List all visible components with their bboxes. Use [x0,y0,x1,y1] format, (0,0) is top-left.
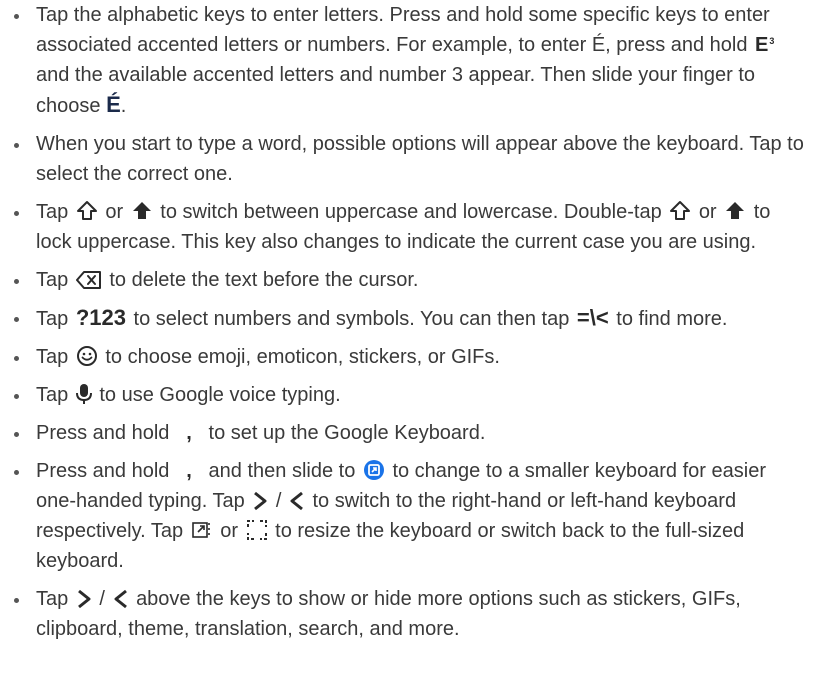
text-segment: to delete the text before the cursor. [109,269,419,291]
shift-filled-icon [132,202,151,219]
list-item: Tap to use Google voice typing. [0,380,818,410]
text-segment: Tap the alphabetic keys to enter letters… [36,4,770,56]
chevron-right-icon [254,491,267,511]
chevron-right-icon [77,589,91,609]
text-segment: above the keys to show or hide more opti… [36,588,741,640]
text-segment: Tap [36,201,74,223]
text-segment: Tap [36,308,74,330]
list-item: Press and hold , and then slide to to ch… [0,456,818,576]
shift-outline-icon [76,201,97,220]
text-segment: or [698,201,723,223]
text-segment: to find more. [610,308,728,330]
list-item: Tap to delete the text before the cursor… [0,265,818,295]
chevron-left-icon [114,589,127,609]
text-segment: Press and hold [36,460,175,482]
fullscreen-icon [246,520,267,540]
text-segment: to choose emoji, emoticon, stickers, or … [105,346,500,368]
shift-filled-icon [726,202,745,219]
text-segment: Tap [36,384,74,406]
resize-icon [191,522,210,538]
list-item: Tap ?123 to select numbers and symbols. … [0,303,818,334]
shift-outline-icon [670,201,691,220]
one-handed-mode-icon [363,460,384,480]
list-item: Tap or to switch between uppercase and l… [0,197,818,257]
text-segment: / [275,490,282,512]
list-item: Tap to choose emoji, emoticon, stickers,… [0,342,818,372]
microphone-icon [75,384,92,404]
text-segment: to use Google voice typing. [99,384,341,406]
symbols-key: =\< [576,305,609,330]
text-segment: and the available accented letters and n… [36,64,755,117]
list-item: Tap the alphabetic keys to enter letters… [0,0,818,121]
comma-key: , [186,460,192,482]
list-item: Press and hold , to set up the Google Ke… [0,418,818,448]
keyboard-tips-list: Tap the alphabetic keys to enter letters… [0,0,818,644]
text-segment: to switch between uppercase and lowercas… [160,201,668,223]
text-segment: to select numbers and symbols. You can t… [127,308,575,330]
text-segment: When you start to type a word, possible … [36,133,804,185]
text-segment: and then slide to [202,460,361,482]
text-segment: Tap [36,588,74,610]
text-segment: or [220,520,244,542]
chevron-left-icon [290,491,303,511]
comma-key: , [186,422,192,444]
text-segment: Press and hold [36,422,175,444]
text-segment: Tap [36,346,74,368]
e-key: E3 [755,34,775,56]
text-segment: or [105,201,129,223]
list-item: When you start to type a word, possible … [0,129,818,189]
text-segment: to set up the Google Keyboard. [202,422,486,444]
accented-e-letter: É [106,92,121,117]
backspace-icon [75,271,101,289]
emoji-icon [76,346,97,366]
text-segment: / [99,588,105,610]
numbers-key: ?123 [75,305,126,330]
list-item: Tap / above the keys to show or hide mor… [0,584,818,644]
text-segment: Tap [36,269,74,291]
text-segment: . [120,95,127,117]
